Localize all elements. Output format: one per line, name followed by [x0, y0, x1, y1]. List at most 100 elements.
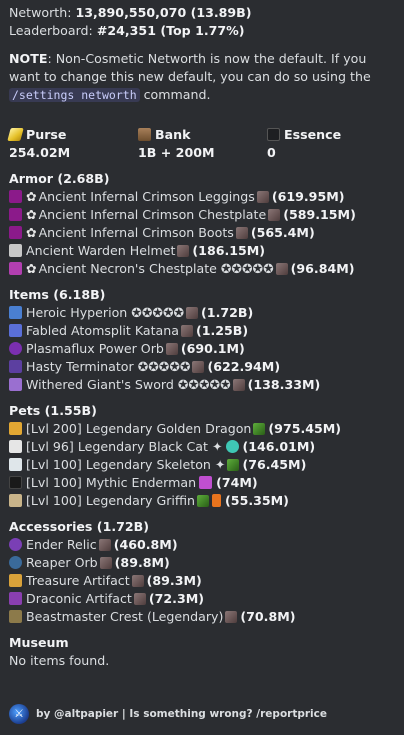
artifact-icon [9, 574, 22, 587]
item-value: (186.15M) [192, 243, 266, 258]
item-name: [Lvl 100] Legendary Griffin [26, 493, 196, 508]
museum-section: Museum No items found. [9, 634, 396, 670]
item-name: Ancient Necron's Chestplate ✪✪✪✪✪ [38, 261, 274, 276]
power-orb-icon [9, 342, 22, 355]
dragon-pet-icon [9, 422, 22, 435]
avatar: ⚔ [9, 704, 29, 724]
item-value: (975.45M) [268, 421, 342, 436]
essence-label: Essence [284, 127, 342, 142]
list-item: Draconic Artifact (72.3M) [9, 590, 396, 608]
list-item: Ancient Warden Helmet (186.15M) [9, 242, 396, 260]
settings-command[interactable]: /settings networth [9, 88, 140, 102]
coins-icon [256, 191, 269, 203]
essence-value: 0 [267, 145, 276, 160]
list-item: [Lvl 100] Legendary Skeleton ✦ (76.45M) [9, 456, 396, 474]
chestplate-icon [9, 262, 22, 275]
pet-item-icon [197, 495, 210, 507]
item-name: [Lvl 200] Legendary Golden Dragon [26, 421, 252, 436]
star-icon: ✿ [26, 189, 37, 204]
griffin-pet-icon [9, 494, 22, 507]
item-value: (72.3M) [148, 591, 204, 606]
accessories-section: Accessories (1.72B) Ender Relic (460.8M) … [9, 518, 396, 626]
coins-icon [131, 575, 144, 587]
coins-icon [98, 539, 111, 551]
item-value: (460.8M) [113, 537, 178, 552]
coins-icon [235, 227, 248, 239]
list-item: Beastmaster Crest (Legendary) (70.8M) [9, 608, 396, 626]
item-name: Ancient Infernal Crimson Chestplate [38, 207, 267, 222]
stats-fields: Purse 254.02M Bank 1B + 200M Essence 0 [7, 126, 396, 162]
list-item: Ender Relic (460.8M) [9, 536, 396, 554]
list-item: ✿ Ancient Infernal Crimson Chestplate (589… [9, 206, 396, 224]
carrot-icon [212, 494, 222, 507]
pets-title: Pets (1.55B) [9, 403, 97, 418]
sword-icon [9, 306, 22, 319]
accessories-title: Accessories (1.72B) [9, 519, 149, 534]
armor-title: Armor (2.68B) [9, 171, 110, 186]
coins-icon [180, 325, 193, 337]
list-item: Hasty Terminator ✪✪✪✪✪ (622.94M) [9, 358, 396, 376]
embed-footer: ⚔ by @altpapier | Is something wrong? /r… [9, 704, 327, 724]
coins-icon [165, 343, 178, 355]
sword-icon [9, 378, 22, 391]
item-name: Fabled Atomsplit Katana [26, 323, 179, 338]
note-paragraph: NOTE: Non-Cosmetic Networth is now the d… [9, 50, 396, 104]
item-name: Reaper Orb [26, 555, 98, 570]
item-value: (76.45M) [242, 457, 307, 472]
note-text-1: : Non-Cosmetic Networth is now the defau… [9, 51, 371, 84]
leaderboard-value: #24,351 (Top 1.77%) [96, 23, 245, 38]
coins-icon [225, 611, 238, 623]
purse-label: Purse [26, 127, 67, 142]
item-name: Ancient Infernal Crimson Boots [38, 225, 234, 240]
item-value: (565.4M) [250, 225, 315, 240]
item-name: Beastmaster Crest (Legendary) [26, 609, 224, 624]
item-value: (1.25B) [195, 323, 249, 338]
star-icon: ✿ [26, 225, 37, 240]
coins-icon [192, 361, 205, 373]
star-icon: ✿ [26, 207, 37, 222]
item-name: Ancient Warden Helmet [26, 243, 176, 258]
item-value: (622.94M) [207, 359, 281, 374]
bank-value: 1B + 200M [138, 145, 215, 160]
item-value: (55.35M) [225, 493, 289, 508]
leggings-icon [9, 190, 22, 203]
coins-icon [177, 245, 190, 257]
list-item: [Lvl 100] Mythic Enderman (74M) [9, 474, 396, 492]
coins-icon [232, 379, 245, 391]
list-item: [Lvl 200] Legendary Golden Dragon (975.45… [9, 420, 396, 438]
sword-icon [199, 476, 213, 489]
katana-icon [9, 324, 22, 337]
item-value: (1.72B) [201, 305, 254, 320]
list-item: Plasmaflux Power Orb (690.1M) [9, 340, 396, 358]
armor-section: Armor (2.68B) ✿ Ancient Infernal Crimson … [9, 170, 396, 278]
networth-line: Networth: 13,890,550,070 (13.89B) [9, 4, 396, 22]
item-value: (138.33M) [247, 377, 321, 392]
skeleton-pet-icon [9, 458, 22, 471]
helmet-icon [9, 244, 22, 257]
item-value: (96.84M) [290, 261, 355, 276]
item-name: Ender Relic [26, 537, 97, 552]
item-value: (70.8M) [240, 609, 296, 624]
item-value: (589.15M) [283, 207, 356, 222]
note-label: NOTE [9, 51, 48, 66]
item-value: (89.3M) [146, 573, 202, 588]
list-item: [Lvl 100] Legendary Griffin (55.35M) [9, 492, 396, 510]
list-item: ✿ Ancient Infernal Crimson Leggings (619.9… [9, 188, 396, 206]
list-item: ✿ Ancient Infernal Crimson Boots (565.4M) [9, 224, 396, 242]
boots-icon [9, 226, 22, 239]
list-item: Fabled Atomsplit Katana (1.25B) [9, 322, 396, 340]
chest-icon [138, 128, 151, 141]
item-value: (89.8M) [114, 555, 170, 570]
list-item: [Lvl 96] Legendary Black Cat ✦ (146.01M) [9, 438, 396, 456]
networth-value: 13,890,550,070 (13.89B) [75, 5, 252, 20]
chestplate-icon [9, 208, 22, 221]
items-title: Items (6.18B) [9, 287, 106, 302]
purse-field: Purse 254.02M [7, 126, 138, 162]
item-name: Draconic Artifact [26, 591, 132, 606]
bank-field: Bank 1B + 200M [138, 126, 267, 162]
list-item: Heroic Hyperion ✪✪✪✪✪ (1.72B) [9, 304, 396, 322]
list-item: Treasure Artifact (89.3M) [9, 572, 396, 590]
item-name: [Lvl 96] Legendary Black Cat ✦ [26, 439, 223, 454]
relic-icon [9, 538, 22, 551]
purse-value: 254.02M [9, 145, 71, 160]
